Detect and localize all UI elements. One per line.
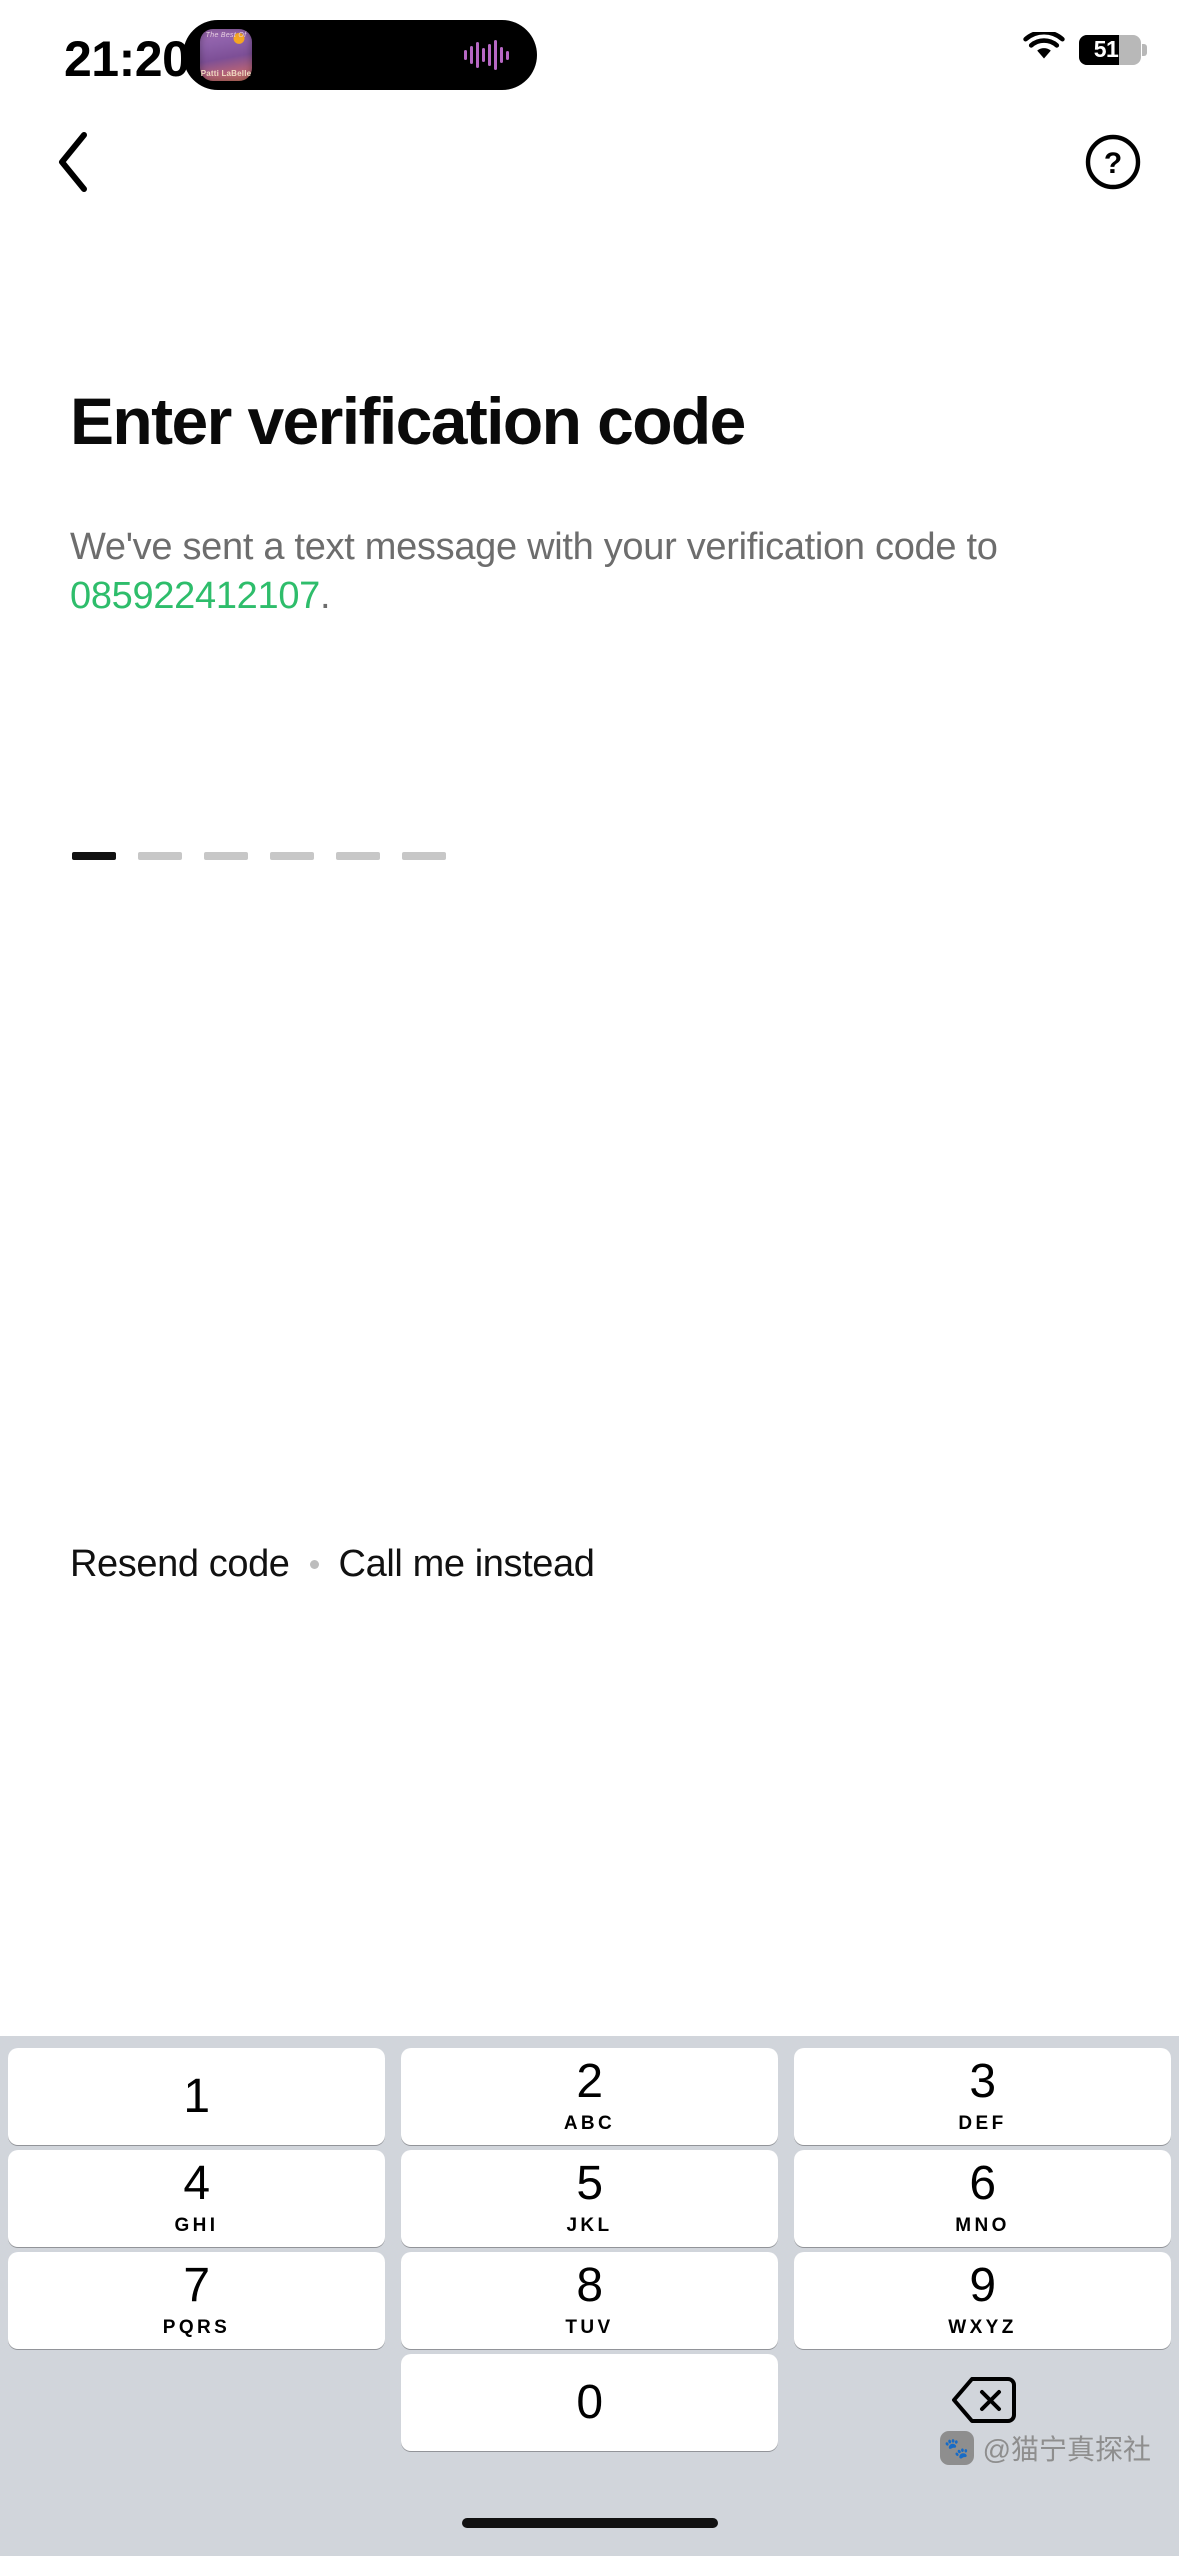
- code-digit-slot-3[interactable]: [204, 852, 248, 860]
- subtitle-prefix: We've sent a text message with your veri…: [70, 526, 998, 568]
- home-indicator[interactable]: [461, 2518, 718, 2528]
- album-artwork: The Best Of Patti LaBelle: [200, 29, 252, 81]
- key-6[interactable]: 6 MNO: [794, 2150, 1171, 2247]
- status-indicators: 51: [1023, 29, 1147, 67]
- key-digit: 3: [969, 2055, 996, 2108]
- question-mark-circle-icon: ?: [1084, 133, 1142, 196]
- code-digit-slot-6[interactable]: [402, 852, 446, 860]
- key-digit: 9: [969, 2259, 996, 2312]
- key-3[interactable]: 3 DEF: [794, 2048, 1171, 2145]
- key-0[interactable]: 0: [401, 2354, 778, 2451]
- key-letters: MNO: [955, 2215, 1010, 2236]
- key-letters: ABC: [563, 2113, 616, 2134]
- paw-icon: 🐾: [939, 2431, 974, 2465]
- key-8[interactable]: 8 TUV: [401, 2252, 778, 2349]
- audio-waveform-icon: [464, 40, 509, 70]
- key-digit: 0: [576, 2375, 603, 2429]
- page-title: Enter verification code: [70, 384, 746, 458]
- key-7[interactable]: 7 PQRS: [8, 2252, 385, 2349]
- verification-code-input[interactable]: [72, 852, 446, 860]
- status-time: 21:20: [64, 31, 190, 87]
- resend-code-button[interactable]: Resend code: [70, 1543, 290, 1586]
- keypad-row-2: 4 GHI 5 JKL 6 MNO: [8, 2150, 1171, 2247]
- nav-bar: ?: [0, 108, 1179, 218]
- key-4[interactable]: 4 GHI: [8, 2150, 385, 2247]
- page-subtitle: We've sent a text message with your veri…: [70, 523, 1080, 620]
- key-letters: WXYZ: [948, 2317, 1017, 2338]
- battery-percent: 51: [1093, 36, 1119, 62]
- dot-separator-icon: [309, 1560, 319, 1569]
- wifi-icon: [1023, 29, 1065, 67]
- code-digit-slot-4[interactable]: [270, 852, 314, 860]
- phone-screen: 21:20 The Best Of Patti LaBelle 51 ? Ent…: [0, 0, 1179, 2556]
- numeric-keypad: 1 2 ABC 3 DEF 4 GHI 5 JKL 6 MNO 7 PQRS 8…: [0, 2036, 1179, 2556]
- code-actions: Resend code Call me instead: [70, 1543, 595, 1586]
- dynamic-island[interactable]: The Best Of Patti LaBelle: [183, 20, 537, 90]
- svg-text:?: ?: [1104, 147, 1122, 180]
- phone-number: 085922412107: [70, 574, 321, 617]
- keypad-spacer: [8, 2354, 385, 2451]
- key-5[interactable]: 5 JKL: [401, 2150, 778, 2247]
- keypad-row-1: 1 2 ABC 3 DEF: [8, 2048, 1171, 2145]
- key-9[interactable]: 9 WXYZ: [794, 2252, 1171, 2349]
- backspace-delete-icon: [950, 2375, 1016, 2430]
- chevron-left-icon: [54, 131, 94, 198]
- subtitle-suffix: .: [320, 574, 331, 617]
- key-digit: 7: [183, 2259, 210, 2312]
- keypad-row-3: 7 PQRS 8 TUV 9 WXYZ: [8, 2252, 1171, 2349]
- key-digit: 6: [969, 2157, 996, 2210]
- code-digit-slot-5[interactable]: [336, 852, 380, 860]
- code-digit-slot-2[interactable]: [138, 852, 182, 860]
- battery-indicator: 51: [1079, 34, 1147, 65]
- help-button[interactable]: ?: [1075, 126, 1151, 202]
- status-bar: 21:20 The Best Of Patti LaBelle 51: [0, 0, 1179, 108]
- key-1[interactable]: 1: [8, 2048, 385, 2145]
- key-letters: PQRS: [162, 2317, 231, 2338]
- watermark-text: @猫宁真探社: [982, 2434, 1151, 2465]
- key-digit: 1: [183, 2069, 210, 2123]
- back-button[interactable]: [34, 124, 114, 204]
- key-digit: 5: [576, 2157, 603, 2210]
- code-digit-slot-1[interactable]: [72, 852, 116, 860]
- key-digit: 2: [576, 2055, 603, 2108]
- key-2[interactable]: 2 ABC: [401, 2048, 778, 2145]
- album-title-bottom: Patti LaBelle: [200, 69, 252, 78]
- key-letters: GHI: [174, 2215, 219, 2236]
- key-digit: 8: [576, 2259, 603, 2312]
- key-digit: 4: [183, 2157, 210, 2210]
- key-letters: JKL: [566, 2215, 613, 2236]
- battery-nub: [1142, 43, 1147, 56]
- key-letters: TUV: [565, 2317, 614, 2338]
- watermark: 🐾 @猫宁真探社: [939, 2428, 1151, 2468]
- album-title-top: The Best Of: [205, 32, 247, 39]
- key-letters: DEF: [958, 2113, 1007, 2134]
- call-me-instead-button[interactable]: Call me instead: [339, 1543, 595, 1586]
